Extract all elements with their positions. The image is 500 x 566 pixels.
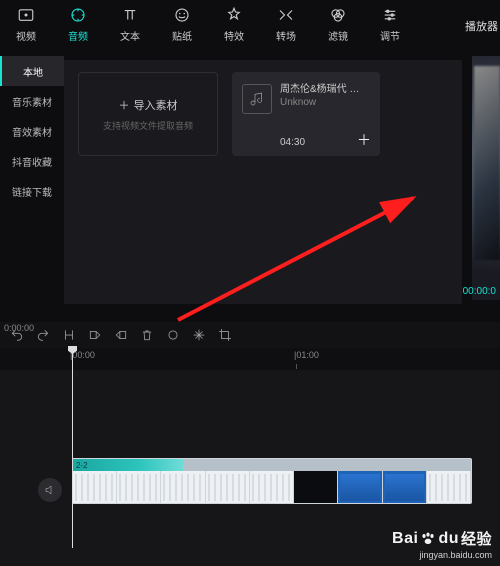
- filter-icon: [329, 6, 347, 24]
- side-tab-4[interactable]: 链接下载: [0, 176, 64, 206]
- top-tab-sticker[interactable]: 贴纸: [160, 6, 204, 56]
- tool-split[interactable]: [62, 328, 76, 342]
- top-tab-filter[interactable]: 滤镜: [316, 6, 360, 56]
- media-duration: 04:30: [280, 137, 305, 148]
- top-tab-adjust[interactable]: 调节: [368, 6, 412, 56]
- top-tab-effect[interactable]: 特效: [212, 6, 256, 56]
- timeline-toolbar: 0:00:00: [0, 322, 500, 348]
- sticker-icon: [173, 6, 191, 24]
- clip-label: 2-2: [73, 461, 88, 470]
- tool-cut-right[interactable]: [114, 328, 128, 342]
- top-tab-label: 贴纸: [172, 28, 192, 43]
- video-clip[interactable]: 2-2: [72, 458, 472, 504]
- adjust-icon: [381, 6, 399, 24]
- add-media-button[interactable]: ＋: [356, 132, 372, 148]
- track-mute-button[interactable]: [38, 478, 62, 502]
- side-tab-1[interactable]: 音乐素材: [0, 86, 64, 116]
- top-tab-audio[interactable]: 音频: [56, 6, 100, 56]
- plus-icon: ＋: [119, 97, 130, 113]
- top-tab-label: 文本: [120, 28, 140, 43]
- preview-panel-label: 播放器: [463, 12, 500, 40]
- top-tab-label: 转场: [276, 28, 296, 43]
- import-hint: 支持视频文件提取音频: [103, 119, 193, 132]
- playhead[interactable]: [72, 348, 73, 548]
- tool-redo[interactable]: [36, 328, 50, 342]
- side-tab-3[interactable]: 抖音收藏: [0, 146, 64, 176]
- ruler-mark: |01:00: [294, 350, 319, 360]
- import-media-box[interactable]: ＋ 导入素材 支持视频文件提取音频: [78, 72, 218, 156]
- tool-record[interactable]: [166, 328, 180, 342]
- top-tab-label: 滤镜: [328, 28, 348, 43]
- transition-icon: [277, 6, 295, 24]
- audio-media-card[interactable]: 周杰伦&杨瑞代 … Unknow 04:30 ＋: [232, 72, 380, 156]
- top-tab-transition[interactable]: 转场: [264, 6, 308, 56]
- top-tab-label: 特效: [224, 28, 244, 43]
- top-tab-label: 调节: [380, 28, 400, 43]
- top-tab-label: 视频: [16, 28, 36, 43]
- audio-icon: [69, 6, 87, 24]
- tool-freeze[interactable]: [192, 328, 206, 342]
- tool-delete[interactable]: [140, 328, 154, 342]
- tool-crop[interactable]: [218, 328, 232, 342]
- media-panel: ＋ 导入素材 支持视频文件提取音频 周杰伦&杨瑞代 … Unknow 04:30…: [64, 60, 462, 304]
- music-note-icon: [242, 84, 272, 114]
- video-icon: [17, 6, 35, 24]
- top-tab-text[interactable]: 文本: [108, 6, 152, 56]
- top-tab-video[interactable]: 视频: [4, 6, 48, 56]
- timecode-readout: 0:00:00: [0, 321, 38, 335]
- side-tab-0[interactable]: 本地: [0, 56, 64, 86]
- media-artist: Unknow: [280, 97, 370, 108]
- baidu-watermark: Bai du 经验 jingyan.baidu.com: [392, 528, 492, 560]
- preview-video-slice: [470, 56, 500, 300]
- text-icon: [121, 6, 139, 24]
- side-tab-2[interactable]: 音效素材: [0, 116, 64, 146]
- media-title: 周杰伦&杨瑞代 …: [280, 80, 370, 95]
- tool-cut-left[interactable]: [88, 328, 102, 342]
- effect-icon: [225, 6, 243, 24]
- import-label: 导入素材: [134, 97, 178, 113]
- top-tab-label: 音频: [68, 28, 88, 43]
